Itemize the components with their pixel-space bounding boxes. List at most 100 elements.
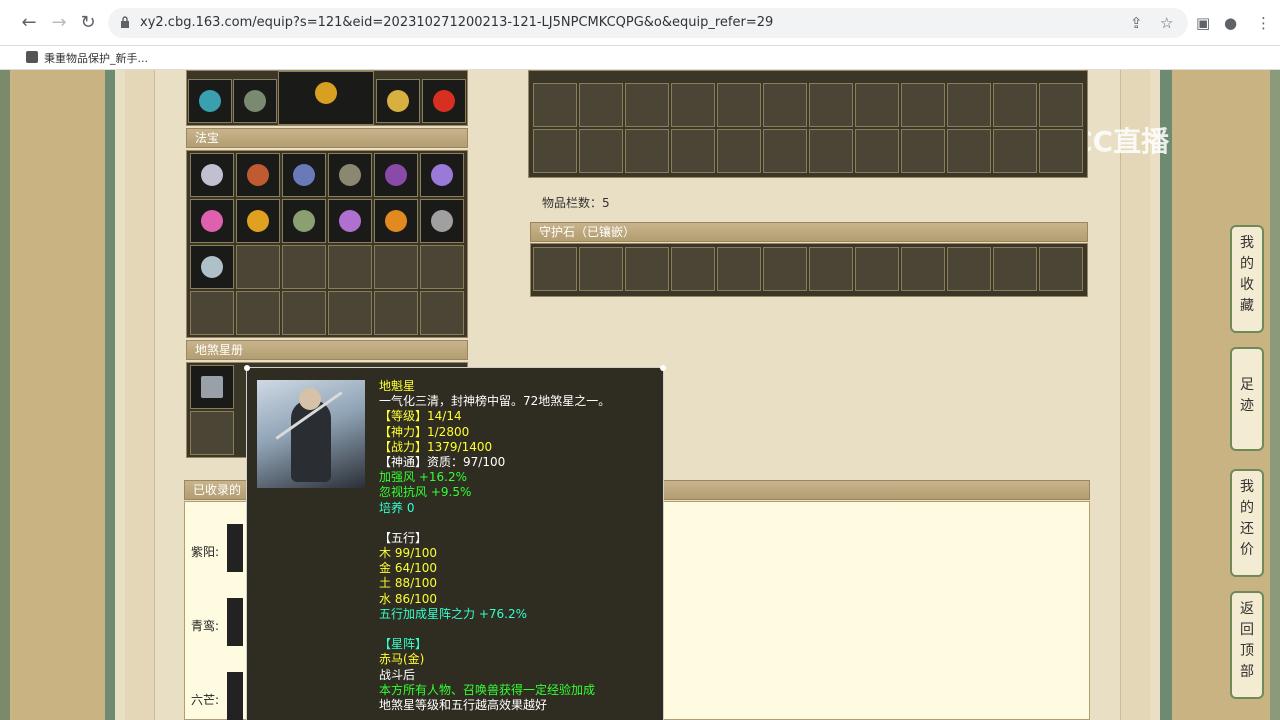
fabao-slot[interactable] bbox=[328, 153, 372, 197]
right-edge bbox=[1270, 70, 1280, 720]
back-to-top-tab[interactable]: 返回顶部 bbox=[1230, 591, 1264, 699]
fabao-slot[interactable] bbox=[374, 199, 418, 243]
inventory-slot bbox=[947, 83, 991, 127]
address-bar[interactable]: xy2.cbg.163.com/equip?s=121&eid=20231027… bbox=[108, 8, 1188, 38]
wand-icon bbox=[339, 210, 361, 232]
lock-icon bbox=[121, 16, 129, 28]
collected-row-label: 紫阳: bbox=[191, 545, 220, 559]
tooltip-wuxing-bonus: 五行加成星阵之力 +76.2% bbox=[379, 606, 527, 621]
inventory-slot bbox=[901, 129, 945, 173]
inventory-slot bbox=[625, 83, 669, 127]
guard-slot bbox=[579, 247, 623, 291]
profile-icon[interactable]: ● bbox=[1224, 14, 1237, 32]
tooltip-text: 地魁星 一气化三清，封神榜中留。72地煞星之一。 【等级】14/14 【神力】1… bbox=[379, 379, 659, 713]
inventory-slot bbox=[533, 129, 577, 173]
inventory-slot bbox=[1039, 129, 1083, 173]
menu-icon[interactable]: ⋮ bbox=[1256, 14, 1271, 32]
tooltip-spacer bbox=[379, 622, 659, 637]
feather-icon bbox=[385, 164, 407, 186]
tooltip-desc: 一气化三清，封神榜中留。72地煞星之一。 bbox=[379, 394, 611, 409]
my-bargain-tab[interactable]: 我的还价 bbox=[1230, 469, 1264, 577]
disha-header: 地煞星册 bbox=[186, 340, 468, 360]
empty-slot bbox=[190, 291, 234, 335]
inventory-slot bbox=[809, 83, 853, 127]
collected-row-image[interactable] bbox=[227, 672, 243, 720]
equip-slot[interactable] bbox=[376, 79, 420, 123]
equip-grid bbox=[186, 70, 468, 126]
tooltip-peiyang: 培养 0 bbox=[379, 500, 415, 515]
empty-slot bbox=[190, 411, 234, 455]
claw-icon bbox=[293, 164, 315, 186]
guard-slot bbox=[855, 247, 899, 291]
equip-slot[interactable] bbox=[278, 71, 374, 125]
inventory-slot bbox=[901, 83, 945, 127]
boots-icon bbox=[244, 90, 266, 112]
fabao-slot[interactable] bbox=[328, 199, 372, 243]
empty-slot bbox=[236, 245, 280, 289]
disha-slot[interactable] bbox=[190, 365, 234, 409]
fabao-slot[interactable] bbox=[236, 153, 280, 197]
page: CC直播 法宝 地煞星册 物品栏数：5 守护石（已镶嵌） 已收录的 紫阳: 青鸾… bbox=[0, 70, 1280, 720]
collected-row-image[interactable] bbox=[227, 524, 243, 572]
guard-slot bbox=[671, 247, 715, 291]
tooltip-corner bbox=[244, 365, 250, 371]
guard-slot bbox=[1039, 247, 1083, 291]
equip-slot[interactable] bbox=[233, 79, 277, 123]
inventory-slot bbox=[763, 129, 807, 173]
bookmark-favicon-icon bbox=[26, 51, 38, 63]
forward-icon[interactable]: → bbox=[48, 12, 70, 34]
collected-row-label: 六芒: bbox=[191, 693, 220, 707]
inventory-slot bbox=[947, 129, 991, 173]
fabao-slot[interactable] bbox=[374, 153, 418, 197]
guard-slot bbox=[947, 247, 991, 291]
inventory-slot bbox=[671, 83, 715, 127]
tooltip-shenli: 【神力】1/2800 bbox=[379, 424, 470, 439]
share-icon[interactable]: ⇪ bbox=[1130, 14, 1143, 32]
fabao-header: 法宝 bbox=[186, 128, 468, 148]
collected-row-image[interactable] bbox=[227, 598, 243, 646]
character-portrait bbox=[257, 380, 365, 488]
footprint-tab[interactable]: 足迹 bbox=[1230, 347, 1264, 451]
left-edge bbox=[0, 70, 10, 720]
tooltip-jin: 金 64/100 bbox=[379, 561, 438, 576]
fabao-slot[interactable] bbox=[282, 153, 326, 197]
bell-icon bbox=[201, 256, 223, 278]
fabao-slot[interactable] bbox=[190, 199, 234, 243]
inventory-slot bbox=[1039, 83, 1083, 127]
star-icon[interactable]: ☆ bbox=[1160, 14, 1173, 32]
bookmark-item[interactable]: 秉重物品保护_新手... bbox=[44, 50, 148, 66]
side-tab-label: 我的还价 bbox=[1240, 479, 1254, 558]
fabao-slot[interactable] bbox=[190, 153, 234, 197]
armor-icon bbox=[293, 210, 315, 232]
sidepanel-icon[interactable]: ▣ bbox=[1196, 14, 1210, 32]
left-frame bbox=[105, 70, 115, 720]
item-count-text: 物品栏数：5 bbox=[542, 196, 610, 210]
back-icon[interactable]: ← bbox=[18, 12, 40, 34]
fabao-slot[interactable] bbox=[190, 245, 234, 289]
empty-slot bbox=[328, 291, 372, 335]
inventory-slot bbox=[993, 129, 1037, 173]
mirror-icon bbox=[201, 164, 223, 186]
empty-slot bbox=[282, 291, 326, 335]
equip-slot[interactable] bbox=[422, 79, 466, 123]
fabao-slot[interactable] bbox=[420, 153, 464, 197]
fabao-slot[interactable] bbox=[282, 199, 326, 243]
collected-row-label: 青鸾: bbox=[191, 619, 220, 633]
tooltip-wuxing-title: 【五行】 bbox=[379, 530, 428, 545]
guard-slot bbox=[809, 247, 853, 291]
tooltip-spacer bbox=[379, 516, 659, 531]
lantern-icon bbox=[201, 210, 223, 232]
fabao-slot[interactable] bbox=[236, 199, 280, 243]
inventory-slot bbox=[579, 83, 623, 127]
my-favorites-tab[interactable]: 我的收藏 bbox=[1230, 225, 1264, 333]
inventory-slot bbox=[533, 83, 577, 127]
guard-slot bbox=[763, 247, 807, 291]
fabao-slot[interactable] bbox=[420, 199, 464, 243]
reload-icon[interactable]: ↻ bbox=[77, 12, 99, 34]
tooltip-zhanli: 【战力】1379/1400 bbox=[379, 439, 493, 454]
empty-slot bbox=[236, 291, 280, 335]
empty-slot bbox=[374, 245, 418, 289]
tooltip-shentong: 【神通】资质：97/100 bbox=[379, 454, 506, 469]
equip-slot[interactable] bbox=[188, 79, 232, 123]
staff-icon bbox=[199, 90, 221, 112]
